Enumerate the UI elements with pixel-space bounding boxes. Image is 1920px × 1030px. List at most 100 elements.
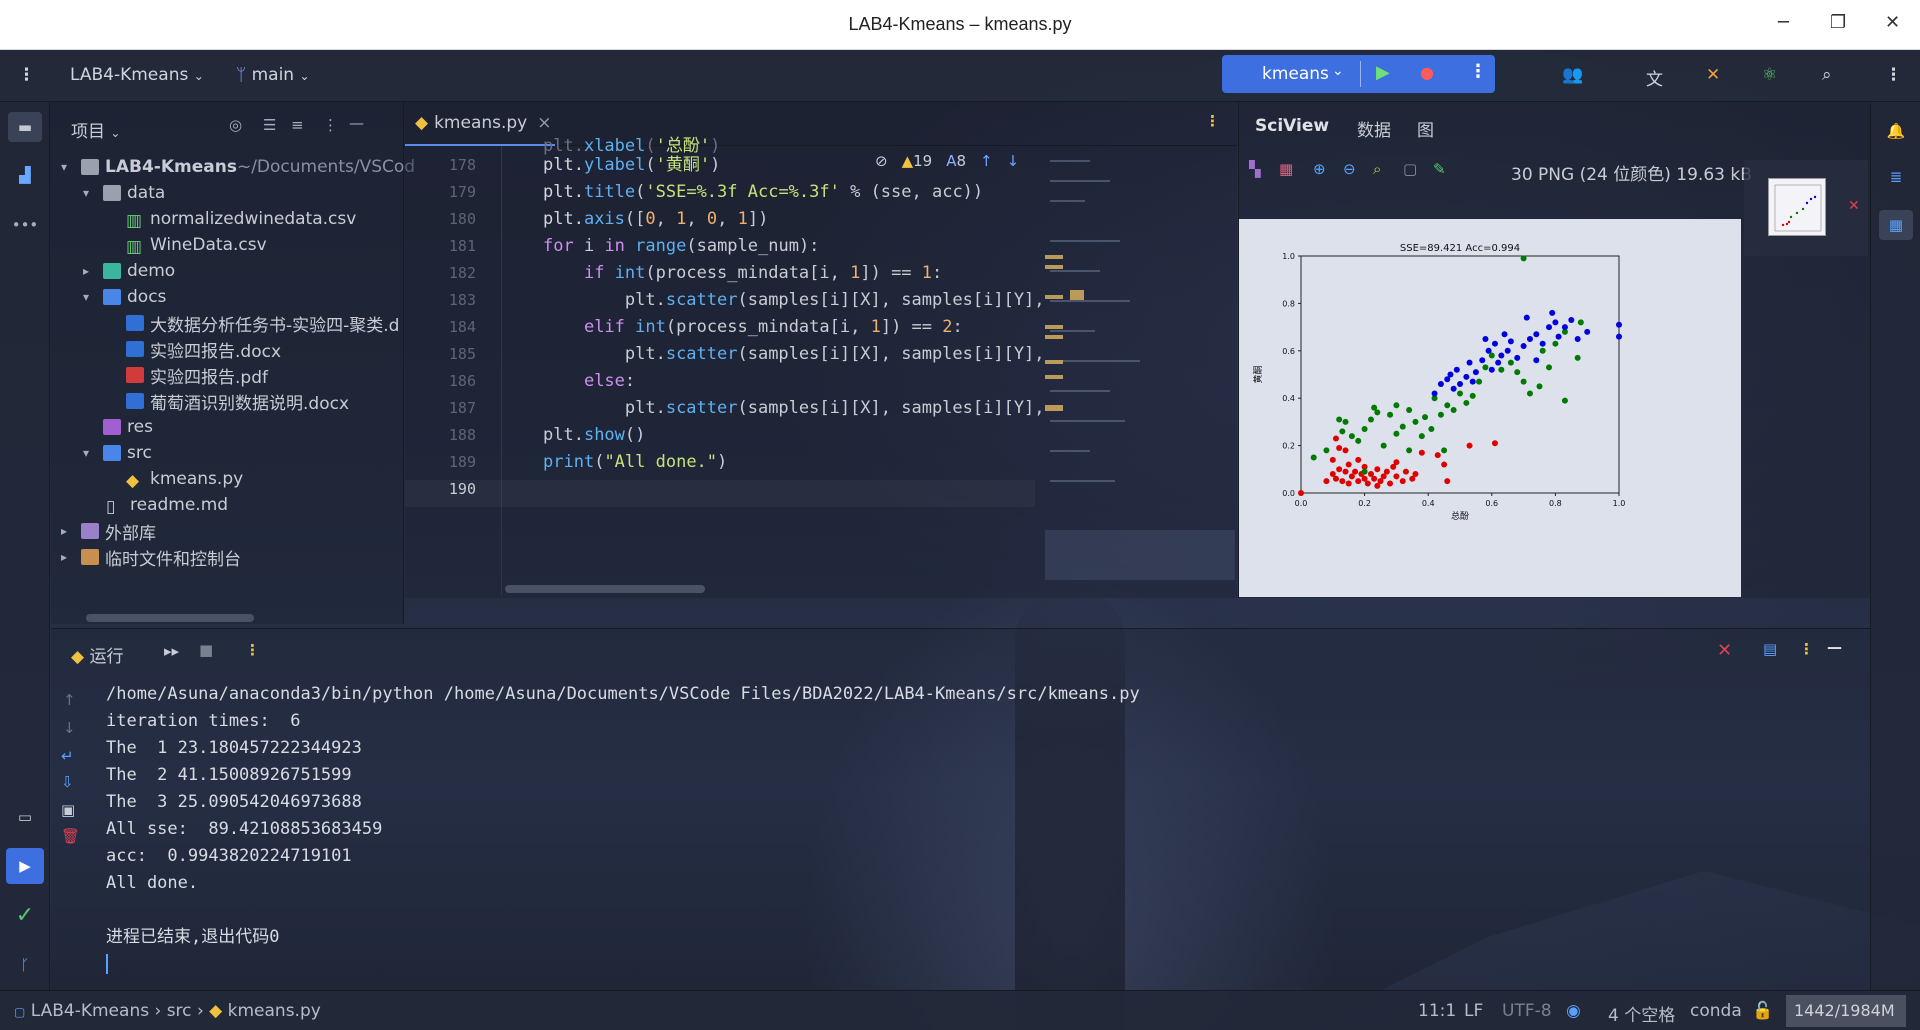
console-output[interactable]: /home/Asuna/anaconda3/bin/python /home/A… bbox=[106, 681, 1140, 978]
search-icon[interactable]: ⌕ bbox=[1822, 65, 1832, 85]
zoom-fit-icon[interactable]: ⌕ bbox=[1373, 160, 1381, 178]
git-icon[interactable]: ᚴ bbox=[8, 950, 42, 980]
tree-item-file[interactable]: ▥ WineData.csv bbox=[126, 232, 267, 258]
options-icon[interactable]: ⋮ bbox=[323, 116, 338, 134]
breadcrumb-item[interactable]: src bbox=[167, 1001, 192, 1021]
x-tick-label: 0.0 bbox=[1295, 499, 1308, 508]
tree-item-res[interactable]: res bbox=[103, 414, 153, 440]
debug-icon[interactable]: ● bbox=[1420, 63, 1434, 82]
notifications-icon[interactable]: 🔔 bbox=[1879, 116, 1913, 146]
clear-icon[interactable]: 🗑 bbox=[61, 827, 80, 845]
translate-icon[interactable]: 文 bbox=[1646, 65, 1663, 90]
line-ending[interactable]: LF bbox=[1464, 1001, 1483, 1021]
tree-item-file[interactable]: 实验四报告.docx bbox=[126, 336, 281, 362]
tools-icon[interactable]: ✕ bbox=[1706, 65, 1720, 85]
layout-icon[interactable]: ▤ bbox=[1763, 640, 1777, 658]
run-tool-icon[interactable]: ▶ bbox=[6, 848, 44, 884]
tree-item-data[interactable]: ▾ data bbox=[83, 180, 165, 206]
structure-icon[interactable]: ▟ bbox=[8, 160, 42, 190]
tree-item-file[interactable]: 葡萄酒识别数据说明.docx bbox=[126, 388, 349, 414]
close-tab-icon[interactable]: × bbox=[537, 113, 551, 133]
run-more-icon[interactable]: ⋮ bbox=[1469, 61, 1487, 82]
tab-sciview[interactable]: SciView bbox=[1255, 116, 1329, 136]
tree-item-external-libs[interactable]: ▸ 外部库 bbox=[61, 518, 156, 544]
tree-item-file[interactable]: 实验四报告.pdf bbox=[126, 362, 268, 388]
stop-icon[interactable]: ■ bbox=[199, 641, 213, 659]
run-options-icon[interactable]: ⋮ bbox=[245, 641, 260, 659]
cursor-position[interactable]: 11:1 bbox=[1418, 1001, 1456, 1021]
run-configuration[interactable]: kmeans ⌄ ▶ ● ⋮ bbox=[1222, 55, 1495, 93]
actual-size-icon[interactable]: ▢ bbox=[1403, 160, 1417, 178]
memory-indicator[interactable]: 1442/1984M bbox=[1786, 995, 1906, 1027]
tree-item-file[interactable]: ◆ kmeans.py bbox=[126, 466, 243, 492]
main-menu-icon[interactable]: ⋮ bbox=[18, 65, 35, 85]
close-thumbnail-icon[interactable]: ✕ bbox=[1848, 198, 1860, 214]
color-picker-icon[interactable]: ✎ bbox=[1433, 160, 1446, 178]
tree-item-scratches[interactable]: ▸ 临时文件和控制台 bbox=[61, 544, 241, 570]
terminal-icon[interactable]: ▭ bbox=[8, 802, 42, 832]
folder-icon[interactable]: ▬ bbox=[8, 112, 42, 142]
print-icon[interactable]: ▣ bbox=[61, 801, 75, 819]
tree-item-src[interactable]: ▾ src bbox=[83, 440, 152, 466]
rerun-icon[interactable]: ▸▸ bbox=[164, 642, 179, 660]
tree-item-file[interactable]: 大数据分析任务书-实验四-聚类.d bbox=[126, 310, 399, 336]
tab-kmeans-py[interactable]: ◆ kmeans.py × bbox=[405, 102, 555, 146]
tree-item-file[interactable]: ▥ normalizedwinedata.csv bbox=[126, 206, 356, 232]
problems-icon[interactable]: ✓ bbox=[8, 900, 42, 930]
up-icon[interactable]: ↑ bbox=[63, 691, 76, 709]
console-line: 进程已结束,退出代码0 bbox=[106, 927, 280, 947]
plot-thumbnail[interactable] bbox=[1768, 178, 1826, 236]
locate-icon[interactable]: ◎ bbox=[229, 116, 242, 134]
hide-panel-icon[interactable]: — bbox=[349, 114, 364, 132]
zoom-in-icon[interactable]: ⊕ bbox=[1313, 160, 1326, 178]
minimap[interactable] bbox=[1045, 150, 1235, 580]
grid-icon[interactable]: ▦ bbox=[1279, 160, 1293, 178]
zoom-out-icon[interactable]: ⊖ bbox=[1343, 160, 1356, 178]
editor-options-icon[interactable]: ⋮ bbox=[1205, 112, 1220, 130]
chessboard-icon[interactable]: ▚ bbox=[1249, 160, 1261, 178]
run-icon[interactable]: ▶ bbox=[1376, 62, 1390, 83]
run-tab[interactable]: ◆ 运行 bbox=[71, 642, 123, 667]
project-switcher[interactable]: LAB4-Kmeans ⌄ bbox=[70, 65, 204, 85]
more-tools-icon[interactable]: ••• bbox=[8, 210, 42, 240]
minimize-panel-icon[interactable]: — bbox=[1827, 638, 1842, 656]
scroll-end-icon[interactable]: ⇩ bbox=[61, 773, 74, 791]
breadcrumb-item[interactable]: LAB4-Kmeans bbox=[31, 1001, 149, 1021]
tab-data[interactable]: 数据 bbox=[1357, 116, 1391, 141]
indent-setting[interactable]: 4 个空格 bbox=[1608, 1001, 1675, 1026]
interpreter[interactable]: conda bbox=[1690, 1001, 1742, 1021]
editor-hscrollbar[interactable] bbox=[505, 585, 705, 593]
branch-switcher[interactable]: ᛘ main ⌄ bbox=[236, 65, 310, 85]
collapse-all-icon[interactable]: ≡ bbox=[291, 116, 304, 134]
collab-icon[interactable]: 👥 bbox=[1562, 65, 1583, 85]
expand-all-icon[interactable]: ☰ bbox=[263, 116, 276, 134]
project-panel-title[interactable]: 项目 ⌄ bbox=[71, 117, 120, 142]
settings-menu-icon[interactable]: ⋮ bbox=[1885, 65, 1902, 85]
data-point bbox=[1393, 402, 1400, 409]
soft-wrap-icon[interactable]: ↵ bbox=[61, 747, 74, 765]
data-point bbox=[1339, 428, 1346, 435]
ai-assistant-icon[interactable]: ⚛ bbox=[1762, 65, 1777, 85]
tab-plots[interactable]: 图 bbox=[1417, 116, 1434, 141]
pdf-icon bbox=[126, 367, 144, 383]
eye-icon[interactable]: ◉ bbox=[1566, 1001, 1581, 1021]
horizontal-scrollbar[interactable] bbox=[86, 614, 254, 622]
tree-item-docs[interactable]: ▾ docs bbox=[83, 284, 166, 310]
run-more-icon[interactable]: ⋮ bbox=[1799, 640, 1814, 658]
close-window-button[interactable]: ✕ bbox=[1885, 12, 1900, 33]
tree-item-root[interactable]: ▾ LAB4-Kmeans ~/Documents/VSCod bbox=[61, 154, 415, 180]
database-icon[interactable]: ≣ bbox=[1879, 162, 1913, 192]
tree-label: 实验四报告.docx bbox=[150, 341, 282, 362]
line-number: 183 bbox=[448, 291, 476, 309]
maximize-button[interactable]: ❐ bbox=[1830, 12, 1846, 33]
tree-item-demo[interactable]: ▸ demo bbox=[83, 258, 175, 284]
tree-item-file[interactable]: ▯ readme.md bbox=[106, 492, 228, 518]
lock-icon[interactable]: 🔓 bbox=[1752, 1001, 1773, 1021]
down-icon[interactable]: ↓ bbox=[63, 719, 76, 737]
y-tick-label: 0.8 bbox=[1282, 299, 1295, 308]
minimize-button[interactable]: ─ bbox=[1778, 12, 1789, 33]
file-encoding[interactable]: UTF-8 bbox=[1502, 1001, 1552, 1021]
breadcrumb-item[interactable]: kmeans.py bbox=[228, 1001, 321, 1021]
sciview-icon[interactable]: ▦ bbox=[1879, 210, 1913, 240]
close-run-icon[interactable]: ✕ bbox=[1717, 640, 1732, 661]
